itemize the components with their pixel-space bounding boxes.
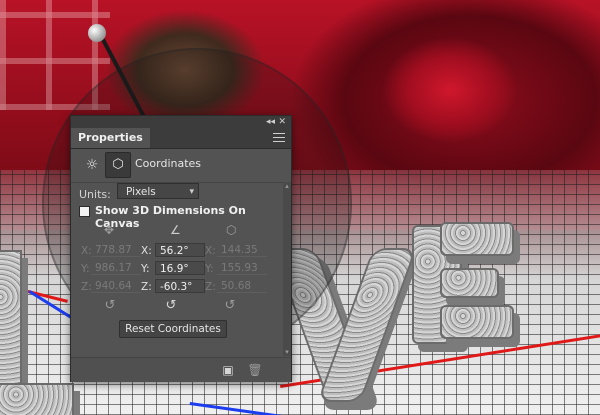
rotation-x-label: X: — [141, 245, 152, 257]
rotation-z-field[interactable]: -60.3° — [155, 279, 205, 293]
panel-title-strip[interactable]: ◂◂ ✕ — [71, 116, 291, 128]
3d-letter-l-foot[interactable] — [0, 383, 74, 415]
scroll-down-icon[interactable]: ▾ — [283, 348, 291, 356]
panel-tab-bar: Properties — [71, 128, 291, 149]
scale-y-label: Y: — [205, 263, 214, 275]
reset-coordinates-button[interactable]: Reset Coordinates — [119, 320, 227, 338]
coordinates-mode-icon[interactable]: ⬡ — [105, 152, 131, 178]
scroll-up-icon[interactable]: ▴ — [283, 182, 291, 190]
position-y-field: 986.17 — [91, 261, 141, 275]
render-icon[interactable]: ▣ — [219, 361, 237, 379]
3d-letter-e-middle[interactable] — [440, 268, 499, 298]
rotation-y-label: Y: — [141, 263, 150, 275]
position-z-field: 940.64 — [91, 279, 141, 293]
scale-y-field: 155.93 — [217, 261, 267, 275]
3d-letter-l[interactable] — [0, 250, 22, 404]
scale-x-label: X: — [205, 245, 216, 257]
rotation-z-label: Z: — [141, 281, 152, 293]
environment-sun-icon[interactable]: ☼ — [83, 156, 101, 174]
3d-letter-e-bottom[interactable] — [440, 305, 514, 339]
gizmo-handle-ball[interactable] — [88, 24, 106, 42]
rotation-y-field[interactable]: 16.9° — [155, 261, 205, 275]
panel-footer: ▣ 🗑 — [71, 357, 291, 382]
properties-panel: ◂◂ ✕ Properties ☼ ⬡ Coordinates Units: P… — [70, 115, 292, 382]
units-value: Pixels — [126, 186, 156, 198]
show-3d-dimensions-checkbox[interactable] — [79, 206, 90, 217]
scale-cube-icon: ⬡ — [226, 223, 237, 237]
mode-label: Coordinates — [135, 157, 202, 170]
close-panel-icon[interactable]: ✕ — [278, 116, 286, 128]
position-y-label: Y: — [81, 263, 90, 275]
hamburger-icon[interactable] — [273, 133, 285, 142]
chevron-down-icon: ▾ — [189, 187, 194, 197]
units-label: Units: — [79, 188, 111, 201]
trash-icon[interactable]: 🗑 — [246, 361, 264, 379]
mode-bar: ☼ ⬡ Coordinates — [71, 148, 291, 183]
reset-position-icon[interactable]: ↺ — [101, 298, 119, 313]
rotation-angle-icon: ∠ — [170, 223, 181, 237]
reset-rotation-icon[interactable]: ↺ — [162, 298, 180, 313]
scale-z-label: Z: — [205, 281, 216, 293]
3d-letter-e-top[interactable] — [440, 222, 514, 256]
scale-x-field: 144.35 — [217, 243, 267, 257]
position-axis-icon: ✥ — [104, 223, 115, 237]
scale-z-field: 50.68 — [217, 279, 267, 293]
position-x-field: 778.87 — [91, 243, 141, 257]
reset-scale-icon[interactable]: ↺ — [221, 298, 239, 313]
panel-scrollbar[interactable] — [283, 182, 291, 356]
rotation-x-field[interactable]: 56.2° — [155, 243, 205, 257]
collapse-panel-icon[interactable]: ◂◂ — [266, 116, 275, 128]
show-3d-dimensions-label[interactable]: Show 3D Dimensions On Canvas — [95, 204, 291, 230]
tab-properties[interactable]: Properties — [71, 128, 150, 148]
units-dropdown[interactable]: Pixels ▾ — [117, 183, 199, 199]
